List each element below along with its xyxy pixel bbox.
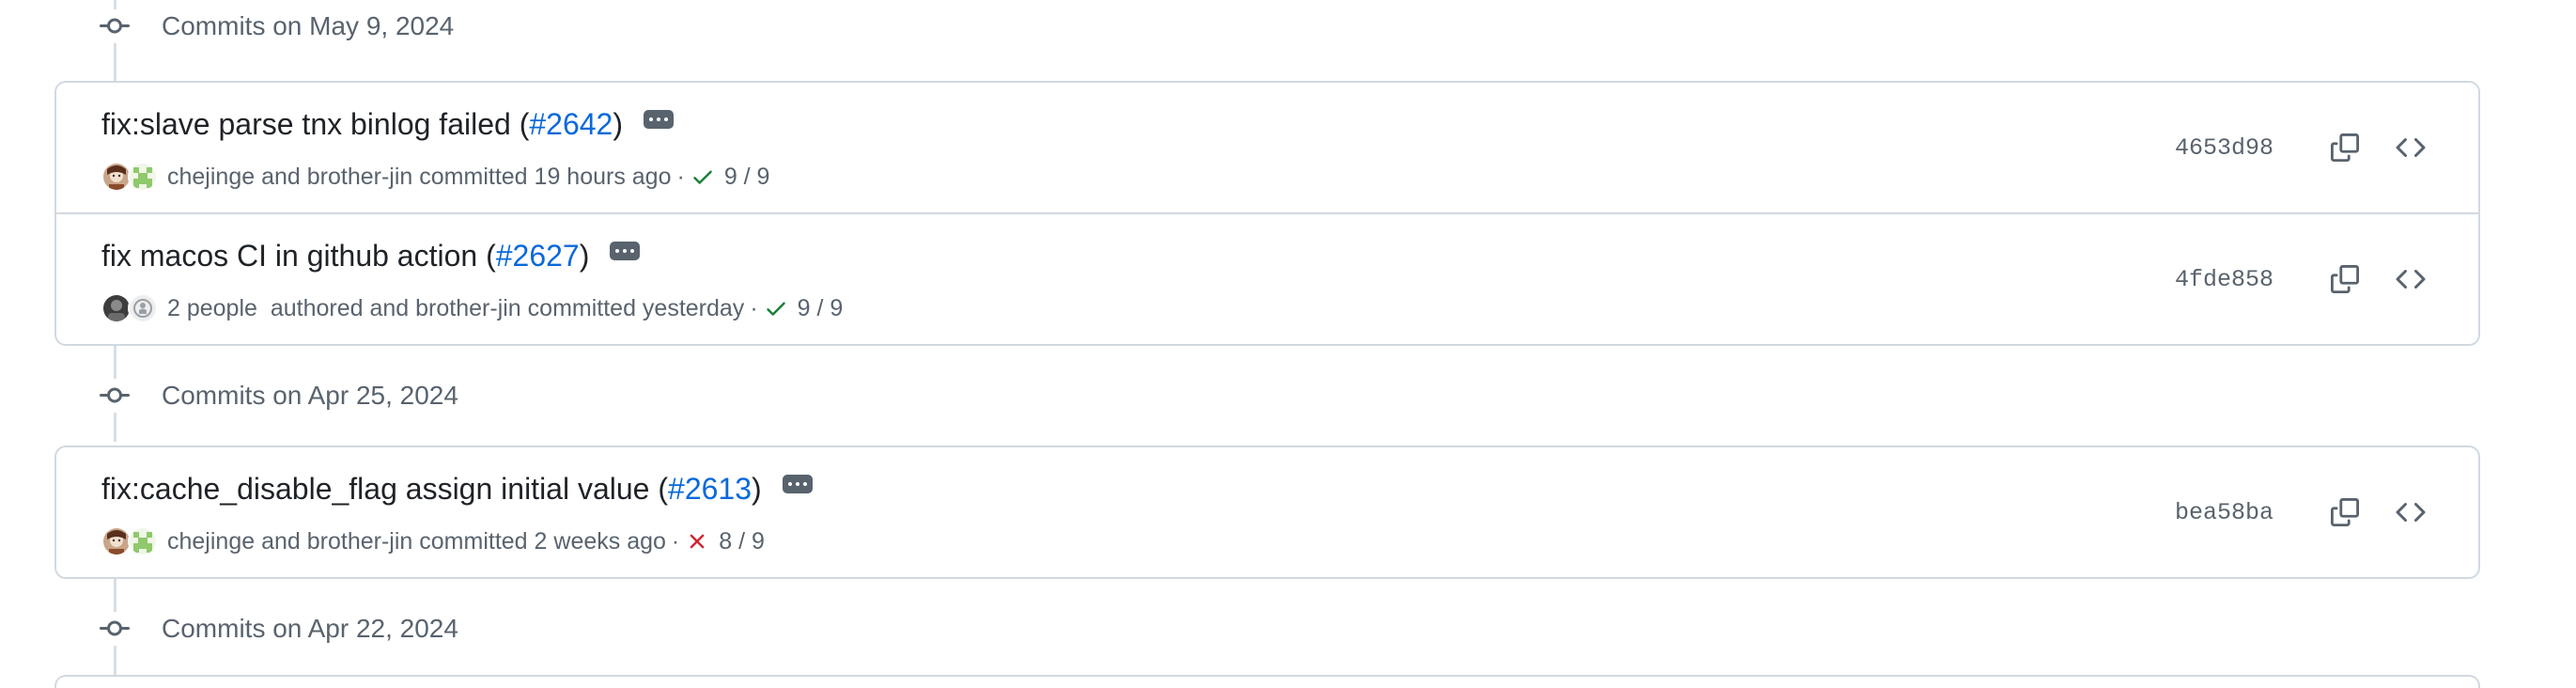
commit-message-end: ) — [752, 472, 762, 506]
commit-actions: 4fde858 — [2175, 214, 2433, 344]
separator: · — [676, 163, 685, 190]
author-link[interactable]: chejinge — [167, 528, 255, 555]
commit-group-date: Commits on May 9, 2024 — [162, 11, 455, 40]
author-and: and — [261, 163, 301, 190]
code-icon[interactable] — [2388, 125, 2433, 170]
copy-icon[interactable] — [2322, 257, 2367, 302]
committed-time: committed yesterday — [527, 294, 745, 321]
commit-message-link[interactable]: fix:cache_disable_flag assign initial va… — [101, 472, 668, 507]
avatar-stack[interactable] — [101, 293, 158, 323]
separator: · — [671, 527, 680, 555]
copy-icon[interactable] — [2322, 490, 2367, 535]
commit-group-date: Commits on Apr 22, 2024 — [162, 614, 458, 643]
committed-time: committed 2 weeks ago — [419, 527, 666, 555]
pull-request-link[interactable]: #2627 — [496, 239, 580, 274]
commit-title: fix:slave parse tnx binlog failed (#2642… — [101, 107, 674, 142]
commit-meta: chejinge and brother-jin committed 2 wee… — [101, 526, 765, 556]
contributors-link[interactable]: 2 people — [167, 295, 257, 322]
commit-sha[interactable]: 4653d98 — [2175, 134, 2273, 162]
commit-list: fix:slave parse tnx binlog failed (#2642… — [54, 81, 2480, 346]
checks-count[interactable]: 9 / 9 — [798, 295, 844, 322]
separator: · — [750, 294, 758, 321]
checks-count[interactable]: 9 / 9 — [724, 164, 770, 191]
commit-group-date: Commits on Apr 25, 2024 — [162, 381, 458, 410]
avatar[interactable] — [128, 526, 158, 556]
code-icon[interactable] — [2388, 257, 2433, 302]
commit-group-header: Commits on May 9, 2024 — [98, 3, 454, 50]
code-icon[interactable] — [2388, 490, 2433, 535]
commit-sha[interactable]: 4fde858 — [2175, 266, 2273, 293]
check-icon[interactable] — [764, 296, 788, 321]
commit-sha[interactable]: bea58ba — [2175, 499, 2273, 526]
commit-title: fix macos CI in github action (#2627) — [101, 239, 641, 274]
author-link[interactable]: chejinge — [167, 164, 255, 191]
commit-group-header: Commits on Apr 25, 2024 — [98, 372, 458, 419]
git-commit-icon — [98, 379, 132, 413]
x-icon[interactable] — [685, 529, 709, 554]
check-icon[interactable] — [691, 164, 715, 189]
commit-message-link[interactable]: fix macos CI in github action ( — [101, 239, 496, 274]
commit-meta: 2 people authored and brother-jin commit… — [101, 293, 843, 323]
commit-message-end: ) — [613, 107, 623, 141]
commit-list — [54, 675, 2480, 688]
copy-icon[interactable] — [2322, 125, 2367, 170]
avatar-stack[interactable] — [101, 162, 158, 192]
committer-link[interactable]: brother-jin — [307, 164, 413, 191]
commit-actions: 4653d98 — [2175, 83, 2433, 212]
commit-list: fix:cache_disable_flag assign initial va… — [54, 446, 2480, 579]
avatar[interactable] — [128, 293, 158, 323]
commit-history-page: Commits on May 9, 2024 fix:slave parse t… — [0, 0, 2576, 688]
pull-request-link[interactable]: #2613 — [668, 472, 752, 507]
git-commit-icon — [98, 612, 132, 646]
pull-request-link[interactable]: #2642 — [529, 107, 613, 142]
expand-message-button[interactable] — [782, 474, 813, 493]
commit-actions: bea58ba — [2175, 447, 2433, 577]
checks-count[interactable]: 8 / 9 — [719, 528, 765, 555]
commit-row: fix macos CI in github action (#2627) 2 … — [56, 212, 2478, 342]
commit-group-header: Commits on Apr 22, 2024 — [98, 605, 458, 652]
commit-message-end: ) — [579, 239, 590, 273]
committer-link[interactable]: brother-jin — [415, 295, 521, 322]
commit-meta: chejinge and brother-jin committed 19 ho… — [101, 162, 769, 192]
avatar-stack[interactable] — [101, 526, 158, 556]
ellipsis-icon — [615, 248, 620, 253]
expand-message-button[interactable] — [643, 109, 674, 129]
commit-message-link[interactable]: fix:slave parse tnx binlog failed ( — [101, 107, 529, 142]
ellipsis-icon — [787, 481, 792, 486]
committed-time: committed 19 hours ago — [419, 163, 672, 190]
avatar[interactable] — [128, 162, 158, 192]
expand-message-button[interactable] — [610, 241, 641, 260]
commit-row: fix:slave parse tnx binlog failed (#2642… — [56, 83, 2478, 212]
author-and: and — [261, 527, 301, 555]
commit-row: fix:cache_disable_flag assign initial va… — [56, 447, 2478, 577]
committer-link[interactable]: brother-jin — [307, 528, 413, 555]
commit-title: fix:cache_disable_flag assign initial va… — [101, 472, 813, 507]
ellipsis-icon — [648, 117, 653, 121]
git-commit-icon — [98, 9, 132, 43]
authored-text: authored and — [270, 294, 410, 321]
